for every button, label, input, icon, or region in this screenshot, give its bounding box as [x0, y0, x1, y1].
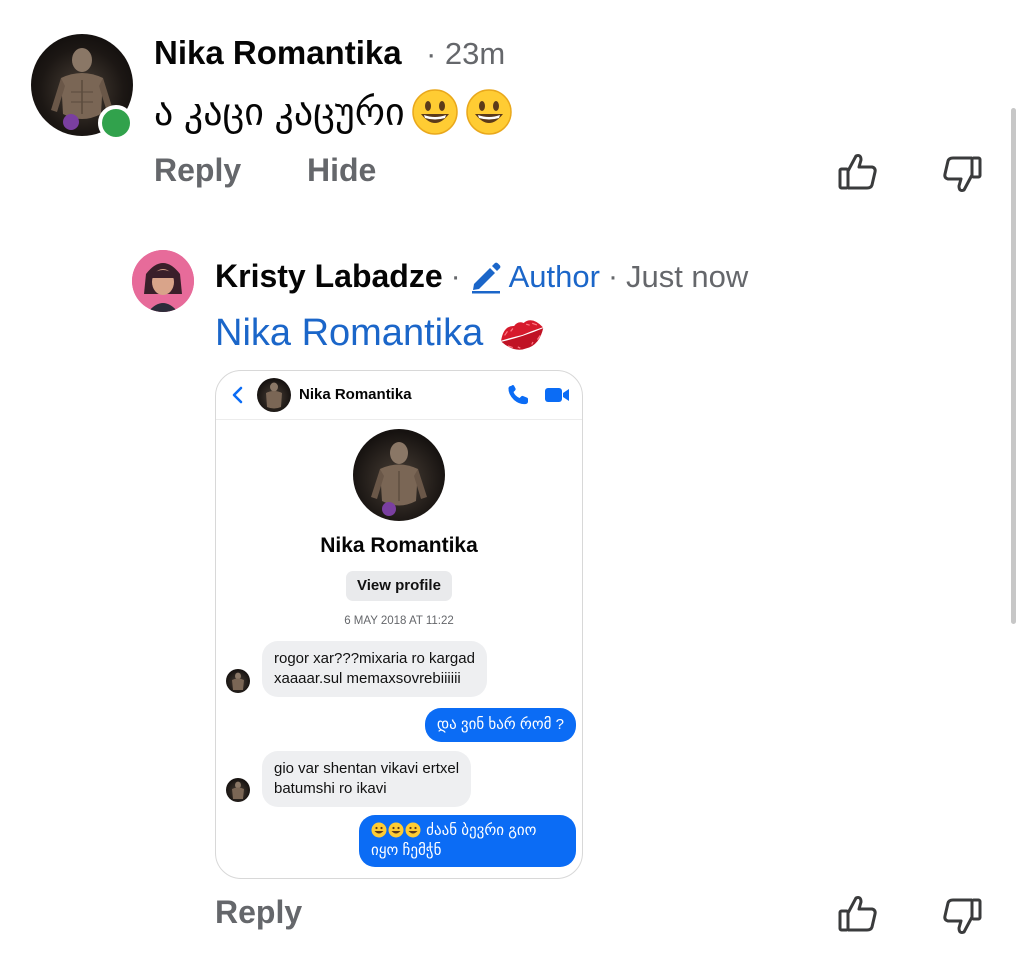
message-line: gio var shentan vikavi ertxel — [274, 760, 460, 777]
separator-dot: · — [607, 259, 618, 293]
sender-avatar — [226, 669, 250, 693]
message-bubble-outgoing: ძაან ბევრი გიო იყო ჩემჭნ — [359, 815, 576, 867]
comment-author-name[interactable]: Nika Romantika — [154, 34, 402, 72]
grinning-face-emoji-icon — [388, 822, 404, 838]
message-line: იყო ჩემჭნ — [371, 842, 442, 859]
mention-link[interactable]: Nika Romantika — [215, 312, 483, 355]
phone-icon — [508, 385, 528, 405]
thumbs-down-icon[interactable] — [941, 895, 983, 937]
message-line: და ვინ ხარ რომ ? — [436, 716, 564, 733]
messenger-header: Nika Romantika — [216, 371, 582, 420]
author-badge: Author — [508, 258, 600, 294]
message-bubble-incoming: rogor xar???mixaria ro kargad xaaaar.sul… — [262, 641, 487, 697]
scrollbar[interactable] — [1011, 108, 1016, 624]
message-line: batumshi ro ikavi — [274, 780, 387, 797]
grinning-face-emoji-icon — [465, 89, 512, 135]
reply-author-name[interactable]: Kristy Labadze — [215, 258, 443, 295]
reply-timestamp[interactable]: Just now — [626, 259, 748, 295]
comment-text: ა კაცი კაცური — [154, 88, 513, 136]
chat-avatar — [257, 378, 291, 412]
message-bubble-incoming: gio var shentan vikavi ertxel batumshi r… — [262, 751, 472, 807]
hide-button[interactable]: Hide — [307, 152, 376, 189]
sender-avatar — [226, 778, 250, 802]
chat-date: 6 MAY 2018 AT 11:22 — [344, 615, 454, 627]
message-line-with-emojis: ძაან ბევრი გიო — [371, 821, 564, 841]
grinning-face-emoji-icon — [371, 822, 387, 838]
back-chevron-icon — [232, 386, 243, 404]
chat-contact-name: Nika Romantika — [299, 386, 412, 403]
comment-timestamp[interactable]: · 23m — [426, 36, 505, 72]
reply-button[interactable]: Reply — [215, 894, 302, 931]
reply-text: Nika Romantika — [215, 312, 547, 355]
reply-author-avatar[interactable] — [132, 250, 194, 312]
video-camera-icon — [545, 388, 569, 402]
message-line: ძაან ბევრი გიო — [426, 822, 537, 839]
pencil-icon — [471, 262, 501, 293]
comment-text-content: ა კაცი კაცური — [154, 91, 405, 134]
thumbs-down-icon[interactable] — [941, 153, 983, 195]
message-bubble-outgoing: და ვინ ხარ რომ ? — [424, 708, 576, 742]
thumbs-up-icon[interactable] — [837, 151, 879, 193]
grinning-face-emoji-icon — [405, 822, 421, 838]
profile-avatar — [353, 429, 445, 521]
message-line: xaaaar.sul memaxsovrebiiiiii — [274, 670, 461, 687]
online-status-dot — [98, 105, 134, 141]
grinning-face-emoji-icon — [411, 89, 458, 135]
message-line: rogor xar???mixaria ro kargad — [274, 650, 475, 667]
kiss-mark-icon — [501, 319, 544, 350]
attached-screenshot[interactable]: Nika Romantika Nika Romantika View profi… — [215, 370, 583, 879]
separator-dot: · — [450, 259, 461, 293]
thumbs-up-icon[interactable] — [837, 893, 879, 935]
view-profile-button: View profile — [346, 571, 452, 601]
reply-header: Kristy Labadze · Author · Just now — [215, 258, 748, 295]
comment-thread: Nika Romantika · 23m ა კაცი კაცური Reply… — [0, 0, 1024, 962]
profile-name: Nika Romantika — [320, 534, 478, 557]
reply-button[interactable]: Reply — [154, 152, 241, 189]
